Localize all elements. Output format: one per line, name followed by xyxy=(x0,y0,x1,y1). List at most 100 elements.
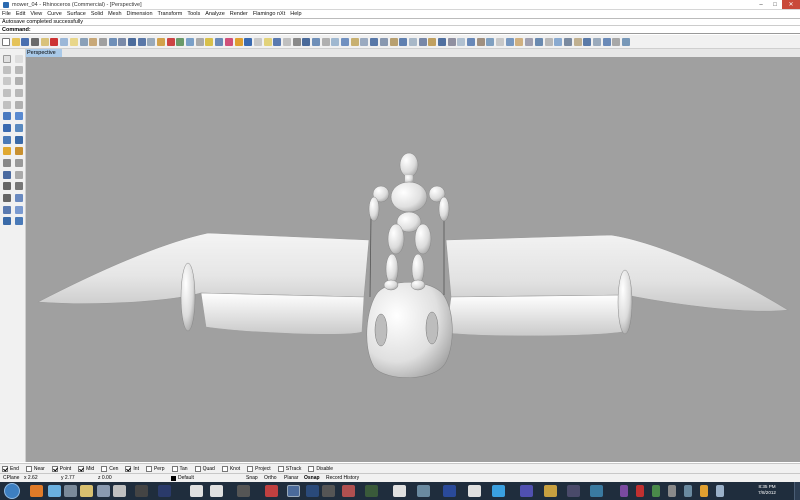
edit-layers-icon[interactable] xyxy=(224,37,233,46)
toolbar-icon-49[interactable] xyxy=(467,37,475,46)
osnap-strack-checkbox[interactable] xyxy=(277,465,284,472)
osnap-end[interactable]: End xyxy=(2,465,19,472)
curve-icon[interactable] xyxy=(15,66,23,74)
point-icon[interactable] xyxy=(15,55,23,63)
join-icon[interactable] xyxy=(3,194,11,202)
osnap-end-checkbox[interactable] xyxy=(2,465,8,472)
ghosted-icon[interactable] xyxy=(282,37,291,46)
tray-icon-1[interactable] xyxy=(620,485,628,497)
four-viewports-icon[interactable] xyxy=(157,37,165,46)
paste-icon[interactable] xyxy=(69,37,78,46)
undo-icon[interactable] xyxy=(79,37,88,46)
osnap-point-checkbox[interactable] xyxy=(51,465,58,472)
cplane-icon[interactable] xyxy=(166,37,175,46)
menu-render[interactable]: Render xyxy=(230,11,248,17)
menu-view[interactable]: View xyxy=(30,11,42,17)
pan-hand-icon[interactable] xyxy=(89,37,98,46)
menu-analyze[interactable]: Analyze xyxy=(205,11,225,17)
toolbar-icon-35[interactable] xyxy=(331,37,340,46)
taskbar-app-5-icon[interactable] xyxy=(97,485,110,497)
osnap-point[interactable]: Point xyxy=(51,465,71,472)
start-button[interactable] xyxy=(4,483,20,499)
osnap-tan-checkbox[interactable] xyxy=(171,465,178,472)
cut-icon[interactable] xyxy=(50,37,59,46)
toolbar-icon-65[interactable] xyxy=(622,37,630,46)
analyze-icon[interactable] xyxy=(3,217,11,225)
osnap-project-checkbox[interactable] xyxy=(247,465,254,472)
toolbar-icon-47[interactable] xyxy=(447,37,456,46)
toolbar-icon-55[interactable] xyxy=(525,37,534,46)
toolbar-icon-41[interactable] xyxy=(389,37,398,46)
show-desktop-button[interactable] xyxy=(794,482,800,500)
osnap-int[interactable]: Int xyxy=(125,465,139,472)
rotate-view-icon[interactable] xyxy=(98,37,107,46)
perspective-viewport[interactable] xyxy=(26,57,800,462)
text-icon[interactable] xyxy=(15,147,23,155)
menu-flamingo[interactable]: Flamingo nXt xyxy=(253,11,285,17)
toolbar-icon-53[interactable] xyxy=(505,37,514,46)
hide-icon[interactable] xyxy=(195,37,204,46)
copy-tool-icon[interactable] xyxy=(15,159,23,167)
osnap-quad[interactable]: Quad xyxy=(194,465,215,472)
network-icon[interactable] xyxy=(684,485,692,497)
toolbar-icon-60[interactable] xyxy=(573,37,582,46)
toolbar-icon-45[interactable] xyxy=(428,37,437,46)
photoshop-icon[interactable] xyxy=(158,485,171,497)
taskbar-app-26-icon[interactable] xyxy=(590,485,603,497)
new-file-icon[interactable] xyxy=(2,37,10,46)
boolean-icon[interactable] xyxy=(15,136,23,144)
lightbulb-icon[interactable] xyxy=(205,37,214,46)
save-icon[interactable] xyxy=(21,37,30,46)
taskbar-app-7-icon[interactable] xyxy=(135,485,148,497)
toolbar-icon-61[interactable] xyxy=(583,37,592,46)
osnap-knot[interactable]: Knot xyxy=(221,465,240,472)
osnap-mid[interactable]: Mid xyxy=(78,465,94,472)
help-icon[interactable] xyxy=(302,37,311,46)
print-icon[interactable] xyxy=(31,37,40,46)
layout-icon[interactable] xyxy=(15,217,23,225)
menu-edit[interactable]: Edit xyxy=(16,11,25,17)
status-record-history[interactable]: Record History xyxy=(326,475,359,481)
menu-transform[interactable]: Transform xyxy=(158,11,183,17)
polyline-icon[interactable] xyxy=(3,66,11,74)
menu-mesh[interactable]: Mesh xyxy=(108,11,121,17)
taskbar-app-14-icon[interactable] xyxy=(306,485,319,497)
copy-icon[interactable] xyxy=(60,37,69,46)
circle-icon[interactable] xyxy=(3,77,11,85)
toolbar-icon-36[interactable] xyxy=(341,37,350,46)
menu-solid[interactable]: Solid xyxy=(91,11,103,17)
taskbar-app-12-icon[interactable] xyxy=(265,485,278,497)
toolbar-icon-57[interactable] xyxy=(544,37,553,46)
toolbar-icon-50[interactable] xyxy=(476,37,485,46)
extrude-icon[interactable] xyxy=(15,112,23,120)
free-form-icon[interactable] xyxy=(15,101,23,109)
zoom-selected-icon[interactable] xyxy=(137,37,146,46)
toolbar-icon-52[interactable] xyxy=(496,37,505,46)
grid-icon[interactable] xyxy=(176,37,185,46)
status-layer[interactable]: Default xyxy=(178,475,194,481)
lock-icon[interactable] xyxy=(215,37,224,46)
offset-icon[interactable] xyxy=(15,206,23,214)
select-icon[interactable] xyxy=(186,37,195,46)
toolbar-icon-64[interactable] xyxy=(612,37,621,46)
zoom-extents-icon[interactable] xyxy=(127,37,136,46)
tray-icon-3[interactable] xyxy=(652,485,660,497)
zoom-target-icon[interactable] xyxy=(147,37,156,46)
shaded-icon[interactable] xyxy=(263,37,272,46)
menu-curve[interactable]: Curve xyxy=(47,11,62,17)
dimension-icon[interactable] xyxy=(3,147,11,155)
osnap-mid-checkbox[interactable] xyxy=(78,465,85,472)
system-clock[interactable]: 8:35 PM 7/8/2012 xyxy=(758,484,776,496)
rectangle-icon[interactable] xyxy=(3,89,11,97)
taskbar-app-16-icon[interactable] xyxy=(342,485,355,497)
taskbar-app-10-icon[interactable] xyxy=(210,485,223,497)
zoom-icon[interactable] xyxy=(108,37,117,46)
box-solid-icon[interactable] xyxy=(3,124,11,132)
toolbar-icon-40[interactable] xyxy=(379,37,388,46)
flag-icon[interactable] xyxy=(700,485,708,497)
xray-icon[interactable] xyxy=(292,37,301,46)
command-input[interactable] xyxy=(30,26,800,33)
taskbar-app-18-icon[interactable] xyxy=(393,485,406,497)
select-arrow-icon[interactable] xyxy=(3,55,11,63)
taskbar-app-15-icon[interactable] xyxy=(322,485,335,497)
